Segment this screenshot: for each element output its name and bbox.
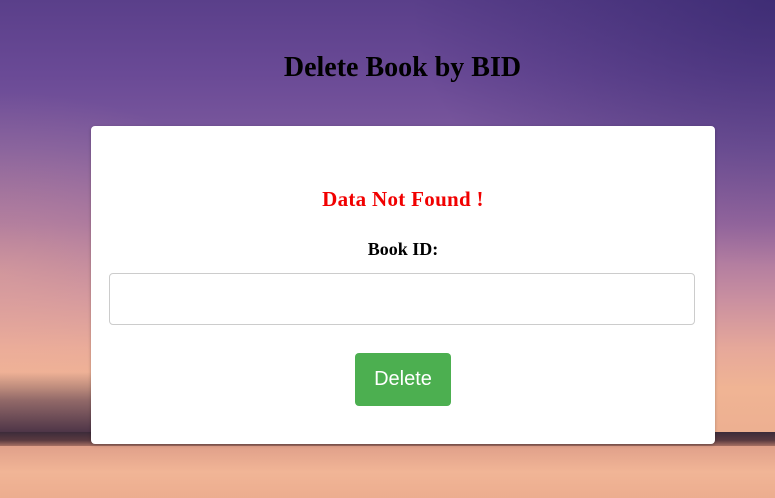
- background-water: [0, 446, 775, 498]
- book-id-label: Book ID:: [367, 239, 439, 259]
- delete-button[interactable]: Delete: [355, 353, 451, 406]
- page-title: Delete Book by BID: [283, 52, 522, 83]
- book-id-input[interactable]: [109, 273, 695, 325]
- background-hills: [0, 372, 92, 434]
- error-message: Data Not Found !: [322, 187, 484, 211]
- delete-book-card: Data Not Found ! Book ID: Delete: [91, 126, 715, 444]
